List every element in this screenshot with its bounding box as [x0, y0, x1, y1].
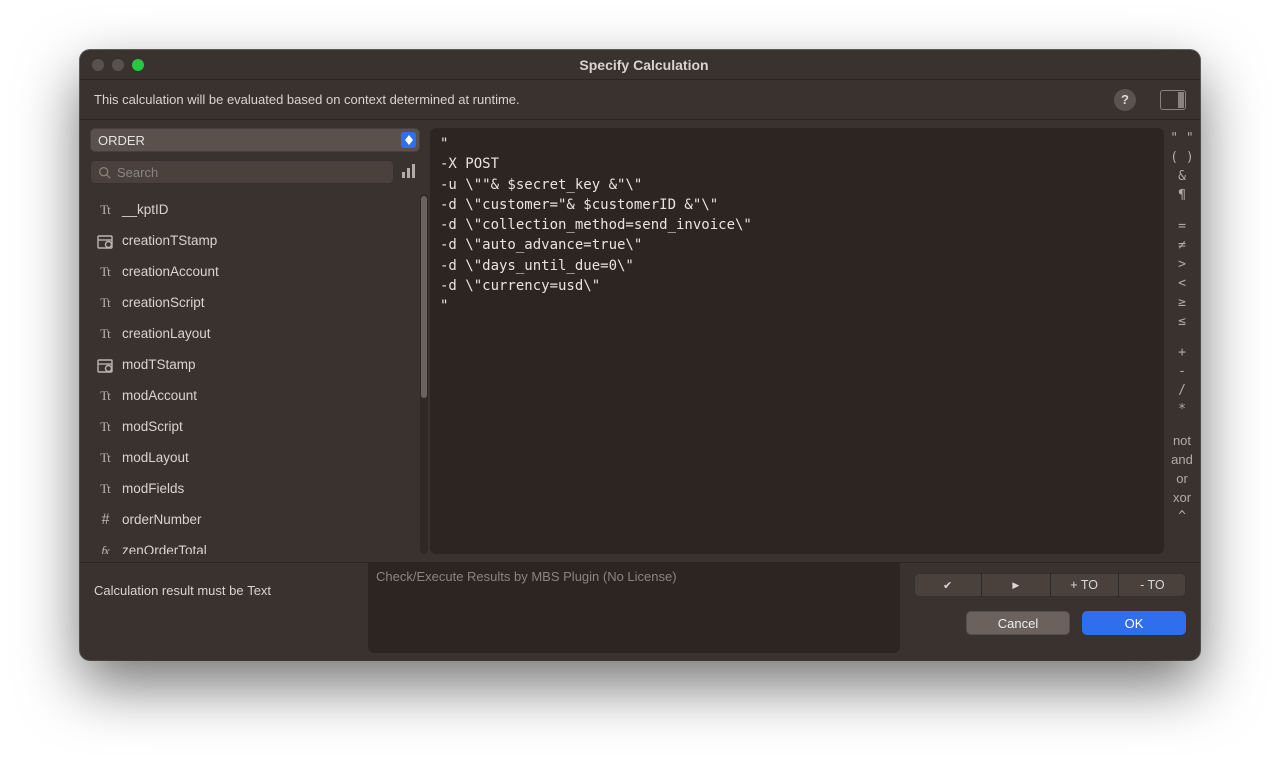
mbs-check-button[interactable]	[914, 573, 982, 597]
field-item[interactable]: creationTStamp	[90, 225, 416, 256]
operator-[interactable]: ¶	[1164, 187, 1200, 204]
search-field[interactable]	[117, 165, 386, 180]
operator-[interactable]: &	[1164, 168, 1200, 185]
cancel-button[interactable]: Cancel	[966, 611, 1070, 635]
operator-[interactable]: >	[1164, 256, 1200, 273]
field-type-icon	[96, 357, 114, 373]
help-button[interactable]: ?	[1114, 89, 1136, 111]
updown-icon	[401, 132, 416, 148]
sort-button[interactable]	[402, 162, 420, 183]
field-name: creationAccount	[122, 264, 219, 279]
field-name: zenOrderTotal	[122, 543, 207, 554]
field-name: creationLayout	[122, 326, 211, 341]
field-name: modTStamp	[122, 357, 196, 372]
operator-[interactable]: ( )	[1164, 149, 1200, 166]
result-type-label: Calculation result must be Text	[94, 563, 354, 646]
info-bar: This calculation will be evaluated based…	[80, 80, 1200, 120]
field-type-icon: fx	[96, 543, 114, 555]
field-name: orderNumber	[122, 512, 202, 527]
search-icon	[98, 166, 111, 179]
field-type-icon: Tt	[96, 326, 114, 342]
field-item[interactable]: # orderNumber	[90, 504, 416, 535]
table-select[interactable]: ORDER	[90, 128, 420, 152]
titlebar: Specify Calculation	[80, 50, 1200, 80]
field-item[interactable]: Tt modAccount	[90, 380, 416, 411]
field-type-icon: Tt	[96, 419, 114, 435]
operator-[interactable]: " "	[1164, 130, 1200, 147]
field-name: modAccount	[122, 388, 197, 403]
mbs-remove-to-button[interactable]: - TO	[1119, 573, 1186, 597]
field-item[interactable]: fx zenOrderTotal	[90, 535, 416, 554]
field-name: modScript	[122, 419, 183, 434]
field-name: creationTStamp	[122, 233, 217, 248]
operator-[interactable]: +	[1164, 344, 1200, 361]
operator-xor[interactable]: xor	[1164, 489, 1200, 506]
mbs-toolbar: + TO - TO	[914, 573, 1186, 597]
field-type-icon: Tt	[96, 295, 114, 311]
operator-[interactable]: ≥	[1164, 294, 1200, 311]
operator-and[interactable]: and	[1164, 451, 1200, 468]
ok-button[interactable]: OK	[1082, 611, 1186, 635]
operator-[interactable]: =	[1164, 218, 1200, 235]
mbs-add-to-button[interactable]: + TO	[1051, 573, 1119, 597]
field-item[interactable]: modTStamp	[90, 349, 416, 380]
field-type-icon: Tt	[96, 388, 114, 404]
operator-[interactable]: <	[1164, 275, 1200, 292]
field-name: creationScript	[122, 295, 205, 310]
field-item[interactable]: Tt modFields	[90, 473, 416, 504]
table-select-value: ORDER	[98, 133, 145, 148]
field-item[interactable]: Tt __kptID	[90, 194, 416, 225]
operator-[interactable]: ^	[1164, 508, 1200, 525]
window-title: Specify Calculation	[100, 57, 1188, 73]
mbs-results-pane[interactable]: Check/Execute Results by MBS Plugin (No …	[368, 563, 900, 653]
field-item[interactable]: Tt creationScript	[90, 287, 416, 318]
field-type-icon: Tt	[96, 202, 114, 218]
specify-calculation-window: Specify Calculation This calculation wil…	[80, 50, 1200, 660]
field-name: modLayout	[122, 450, 189, 465]
field-item[interactable]: Tt creationLayout	[90, 318, 416, 349]
field-type-icon	[96, 233, 114, 249]
scrollbar-thumb[interactable]	[421, 196, 427, 398]
operator-[interactable]: /	[1164, 382, 1200, 399]
mbs-run-button[interactable]	[982, 573, 1050, 597]
operator-or[interactable]: or	[1164, 470, 1200, 487]
operator-[interactable]: *	[1164, 401, 1200, 418]
operator-[interactable]: -	[1164, 363, 1200, 380]
operator-[interactable]: ≤	[1164, 313, 1200, 330]
field-type-icon: #	[96, 512, 114, 528]
fields-panel: ORDER Tt__kptIDcreati	[80, 120, 430, 562]
field-type-icon: Tt	[96, 481, 114, 497]
field-type-icon: Tt	[96, 264, 114, 280]
toggle-sidebar-button[interactable]	[1160, 90, 1186, 110]
operator-not[interactable]: not	[1164, 432, 1200, 449]
operator-[interactable]: ≠	[1164, 237, 1200, 254]
context-info-text: This calculation will be evaluated based…	[94, 92, 520, 107]
field-item[interactable]: Tt creationAccount	[90, 256, 416, 287]
footer: Calculation result must be Text Check/Ex…	[80, 562, 1200, 660]
field-type-icon: Tt	[96, 450, 114, 466]
field-name: modFields	[122, 481, 184, 496]
field-name: __kptID	[122, 202, 169, 217]
calculation-editor[interactable]: " -X POST -u \""& $secret_key &"\" -d \"…	[430, 128, 1164, 554]
operators-palette: " " ( ) & ¶ = ≠ > < ≥ ≤ + - / * not and or xor ^	[1164, 120, 1200, 562]
field-item[interactable]: Tt modScript	[90, 411, 416, 442]
field-item[interactable]: Tt modLayout	[90, 442, 416, 473]
search-input[interactable]	[90, 160, 394, 184]
scrollbar[interactable]	[420, 194, 428, 554]
field-list: Tt __kptID creationTStamp Tt creationAccount…	[90, 194, 430, 554]
